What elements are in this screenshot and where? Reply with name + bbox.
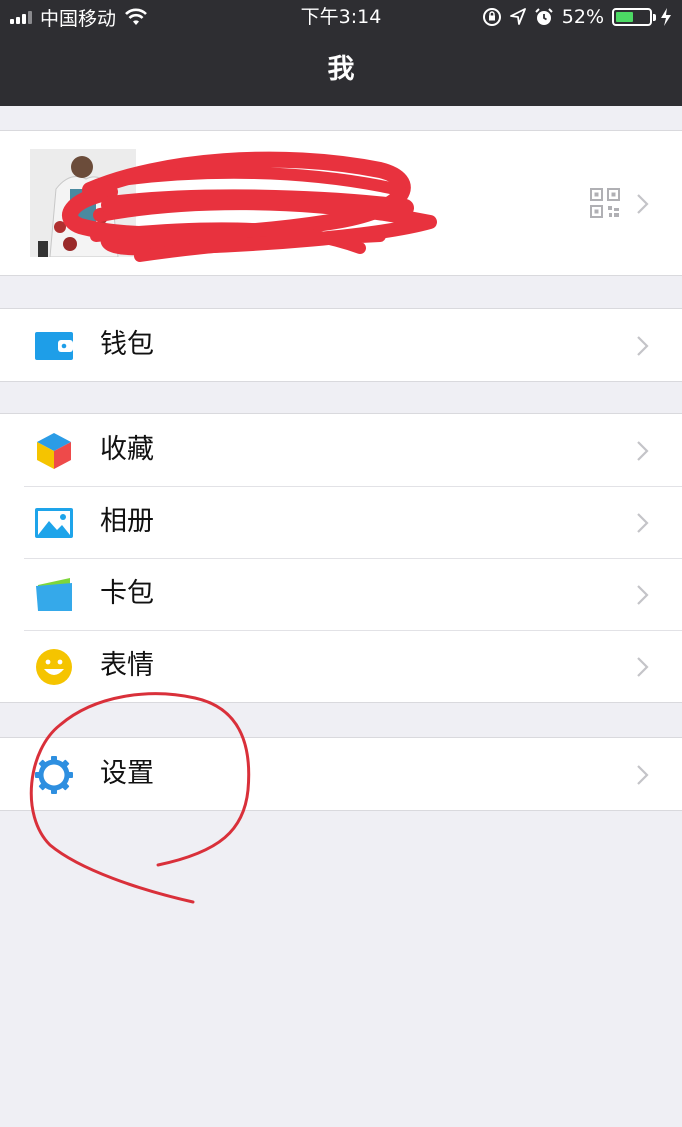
chevron-right-icon [637, 194, 649, 214]
chevron-right-icon [637, 513, 649, 533]
favorites-cube-icon [37, 433, 71, 469]
chevron-right-icon [637, 765, 649, 785]
chevron-right-icon [637, 657, 649, 677]
settings-group: 设置 [0, 737, 682, 811]
menu-label-stickers: 表情 [100, 650, 154, 681]
chevron-right-icon [637, 441, 649, 461]
battery-fill [616, 12, 633, 22]
avatar[interactable] [30, 149, 136, 257]
battery-percent: 52% [561, 6, 604, 28]
album-icon [35, 508, 73, 538]
wallet-group: 钱包 [0, 308, 682, 382]
qr-code-icon[interactable] [590, 188, 620, 218]
menu-label-cards: 卡包 [100, 578, 154, 609]
top-bar: 中国移动 下午3:14 52% 我 [0, 0, 682, 106]
battery-icon [612, 8, 656, 26]
menu-label-settings: 设置 [100, 758, 154, 789]
menu-item-favorites[interactable]: 收藏 [0, 414, 682, 486]
menu-item-settings[interactable]: 设置 [0, 738, 682, 810]
menu-label-favorites: 收藏 [100, 434, 154, 465]
wallet-icon [35, 332, 73, 360]
chevron-right-icon [637, 336, 649, 356]
alarm-icon [535, 8, 553, 25]
page-title: 我 [327, 54, 355, 85]
menu-label-wallet: 钱包 [100, 329, 154, 360]
card-wallet-icon [36, 578, 72, 611]
profile-card[interactable] [0, 130, 682, 276]
features-group: 收藏 相册 卡包 表情 [0, 413, 682, 703]
charging-icon [661, 8, 671, 26]
menu-item-album[interactable]: 相册 [0, 486, 682, 558]
menu-item-cards[interactable]: 卡包 [0, 558, 682, 630]
menu-item-wallet[interactable]: 钱包 [0, 309, 682, 381]
chevron-right-icon [637, 585, 649, 605]
gear-icon [35, 756, 73, 794]
location-icon [509, 8, 526, 25]
menu-label-album: 相册 [100, 506, 154, 537]
status-bar: 中国移动 下午3:14 52% [0, 0, 682, 36]
menu-item-stickers[interactable]: 表情 [0, 630, 682, 702]
orientation-lock-icon [482, 8, 501, 26]
profile-row[interactable] [0, 131, 682, 275]
smiley-face-icon [36, 649, 72, 685]
status-right: 52% [482, 5, 672, 29]
